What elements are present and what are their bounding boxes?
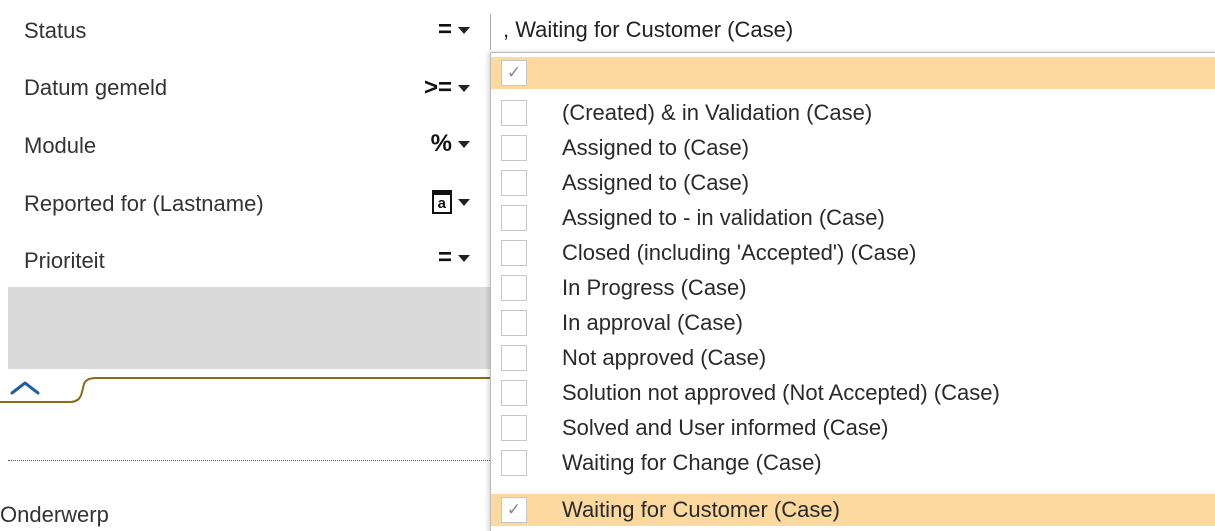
status-option-label: Not approved (Case) bbox=[562, 345, 767, 370]
operator-dropdown-prioriteit[interactable]: = bbox=[400, 242, 470, 274]
operator-dropdown-status[interactable]: = bbox=[400, 14, 470, 46]
equals-icon: = bbox=[437, 16, 452, 43]
status-option[interactable]: (Created) & in Validation (Case) bbox=[491, 97, 1215, 129]
status-option-label: Solved and User informed (Case) bbox=[562, 415, 889, 440]
operator-dropdown-datum-gemeld[interactable]: >= bbox=[400, 72, 470, 104]
chevron-down-icon bbox=[458, 84, 470, 92]
filter-label-module: Module bbox=[24, 133, 97, 158]
status-option[interactable]: Assigned to (Case) bbox=[491, 167, 1215, 199]
filter-label-status: Status bbox=[24, 18, 87, 43]
filter-label-reported-for: Reported for (Lastname) bbox=[24, 191, 264, 216]
checkbox-unchecked[interactable] bbox=[501, 275, 527, 301]
checkbox-unchecked[interactable] bbox=[501, 415, 527, 441]
collapse-chevron-up-icon[interactable] bbox=[8, 378, 42, 398]
status-option[interactable]: Solved and User informed (Case) bbox=[491, 412, 1215, 444]
checkbox-unchecked[interactable] bbox=[501, 310, 527, 336]
status-option[interactable]: Assigned to (Case) bbox=[491, 132, 1215, 164]
checkbox-unchecked[interactable] bbox=[501, 380, 527, 406]
section-tab bbox=[0, 377, 492, 403]
operator-dropdown-module[interactable]: % bbox=[400, 128, 470, 160]
checkbox-unchecked[interactable] bbox=[501, 170, 527, 196]
filter-label-prioriteit: Prioriteit bbox=[24, 248, 105, 273]
chevron-down-icon bbox=[458, 140, 470, 148]
checkbox-unchecked[interactable] bbox=[501, 135, 527, 161]
status-option-label: (Created) & in Validation (Case) bbox=[562, 100, 873, 125]
checkbox-checked[interactable]: ✓ bbox=[501, 497, 527, 523]
status-option[interactable]: Solution not approved (Not Accepted) (Ca… bbox=[491, 377, 1215, 409]
checkbox-unchecked[interactable] bbox=[501, 100, 527, 126]
status-option-label: Waiting for Customer (Case) bbox=[562, 497, 840, 522]
status-option-label: Waiting for Change (Case) bbox=[562, 450, 822, 475]
status-options-dropdown: ✓ (Created) & in Validation (Case) Assig… bbox=[490, 52, 1215, 531]
status-option[interactable]: Not approved (Case) bbox=[491, 342, 1215, 374]
status-option[interactable]: ✓ bbox=[491, 57, 1215, 89]
status-option[interactable]: In Progress (Case) bbox=[491, 272, 1215, 304]
field-label-onderwerp: Onderwerp bbox=[0, 502, 109, 527]
status-option[interactable]: Closed (including 'Accepted') (Case) bbox=[491, 237, 1215, 269]
percent-icon: % bbox=[430, 130, 452, 157]
chevron-down-icon bbox=[458, 254, 470, 262]
status-option[interactable]: In approval (Case) bbox=[491, 307, 1215, 339]
checkbox-unchecked[interactable] bbox=[501, 450, 527, 476]
status-option[interactable]: Assigned to - in validation (Case) bbox=[491, 202, 1215, 234]
status-option-label: Assigned to (Case) bbox=[562, 135, 750, 160]
checkbox-checked[interactable]: ✓ bbox=[501, 60, 527, 86]
status-option-label: In Progress (Case) bbox=[562, 275, 747, 300]
filter-label-datum-gemeld: Datum gemeld bbox=[24, 75, 168, 100]
status-option[interactable]: ✓ Waiting for Customer (Case) bbox=[491, 494, 1215, 526]
checkbox-unchecked[interactable] bbox=[501, 345, 527, 371]
status-option-label: Assigned to (Case) bbox=[562, 170, 750, 195]
chevron-down-icon bbox=[458, 198, 470, 206]
checkbox-unchecked[interactable] bbox=[501, 205, 527, 231]
operator-dropdown-reported-for[interactable]: a bbox=[400, 186, 470, 218]
checkbox-unchecked[interactable] bbox=[501, 240, 527, 266]
equals-icon: = bbox=[437, 244, 452, 271]
status-option-label: Closed (including 'Accepted') (Case) bbox=[562, 240, 917, 265]
filter-panel: Status = Datum gemeld >= Module % Report… bbox=[0, 0, 1215, 531]
status-option-label: Assigned to - in validation (Case) bbox=[562, 205, 885, 230]
status-multiselect-input[interactable]: , Waiting for Customer (Case) bbox=[490, 14, 1215, 50]
dotted-divider bbox=[8, 460, 490, 461]
chevron-down-icon bbox=[458, 26, 470, 34]
gray-separator-band bbox=[8, 287, 490, 369]
status-option[interactable]: Waiting for Change (Case) bbox=[491, 447, 1215, 479]
status-option-label: In approval (Case) bbox=[562, 310, 743, 335]
greater-equal-icon: >= bbox=[423, 74, 452, 101]
status-option-label: Solution not approved (Not Accepted) (Ca… bbox=[562, 380, 1000, 405]
text-box-icon: a bbox=[431, 190, 452, 214]
